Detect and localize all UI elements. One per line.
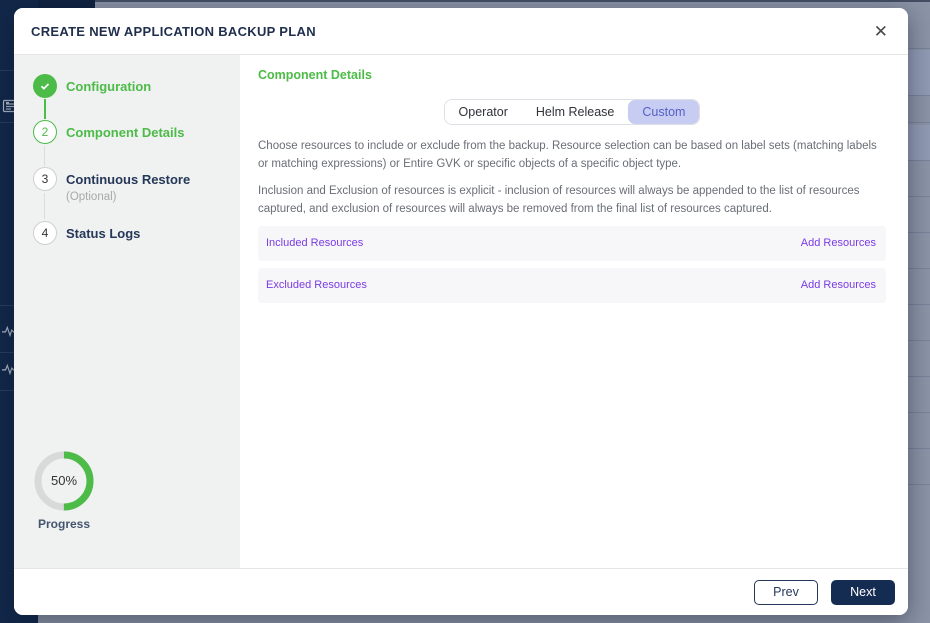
next-button[interactable]: Next <box>831 579 895 605</box>
panel-title: Included Resources <box>266 237 364 250</box>
sidebar-step-configuration[interactable]: Configuration <box>33 74 151 98</box>
close-icon[interactable]: ✕ <box>870 21 892 42</box>
tab-custom[interactable]: Custom <box>628 100 700 124</box>
step-number-circle: 4 <box>33 221 57 245</box>
add-resources-button[interactable]: Add Resources <box>801 279 876 291</box>
step-connector <box>44 99 46 119</box>
excluded-resources-panel: Excluded Resources Add Resources <box>258 267 886 303</box>
modal-header: CREATE NEW APPLICATION BACKUP PLAN ✕ <box>14 8 908 55</box>
section-heading: Component Details <box>258 68 372 82</box>
step-complete-circle <box>33 74 57 98</box>
step-label: Component Details <box>66 124 185 140</box>
resource-type-tab-group: Operator Helm Release Custom <box>443 99 701 125</box>
tab-operator[interactable]: Operator <box>445 100 522 124</box>
step-label: Continuous Restore <box>66 171 191 187</box>
create-backup-plan-modal: CREATE NEW APPLICATION BACKUP PLAN ✕ Con… <box>14 8 908 615</box>
step-number-circle: 3 <box>33 167 57 191</box>
sidebar-step-component-details[interactable]: 2 Component Details <box>33 120 184 144</box>
sidebar-step-status-logs[interactable]: 4 Status Logs <box>33 221 140 245</box>
panel-title: Excluded Resources <box>266 279 367 292</box>
step-connector <box>44 193 45 219</box>
tab-helm-release[interactable]: Helm Release <box>522 100 629 124</box>
wizard-steps-pane: Configuration 2 Component Details 3 Cont… <box>14 55 240 568</box>
modal-footer: Prev Next <box>14 568 908 615</box>
step-connector <box>44 146 45 166</box>
step-label: Configuration <box>66 78 152 94</box>
modal-title: CREATE NEW APPLICATION BACKUP PLAN <box>31 23 316 39</box>
included-resources-panel: Included Resources Add Resources <box>258 225 886 261</box>
background-top-edge <box>0 0 930 2</box>
step-number-circle: 2 <box>33 120 57 144</box>
progress-indicator: 50% Progress <box>16 451 112 531</box>
prev-button[interactable]: Prev <box>754 579 818 605</box>
description-paragraph-2: Inclusion and Exclusion of resources is … <box>258 184 860 216</box>
progress-percent: 50% <box>50 473 78 488</box>
check-icon <box>40 83 50 90</box>
add-resources-button[interactable]: Add Resources <box>801 237 876 249</box>
background-table-sliver <box>908 0 930 623</box>
sidebar-step-continuous-restore[interactable]: 3 Continuous Restore <box>33 167 190 191</box>
description-paragraph-1: Choose resources to include or exclude f… <box>258 140 877 171</box>
step-label: Status Logs <box>66 225 141 241</box>
step-sublabel-optional: (Optional) <box>66 191 117 203</box>
component-details-pane: Component Details Operator Helm Release … <box>240 55 908 568</box>
progress-label: Progress <box>37 517 91 531</box>
